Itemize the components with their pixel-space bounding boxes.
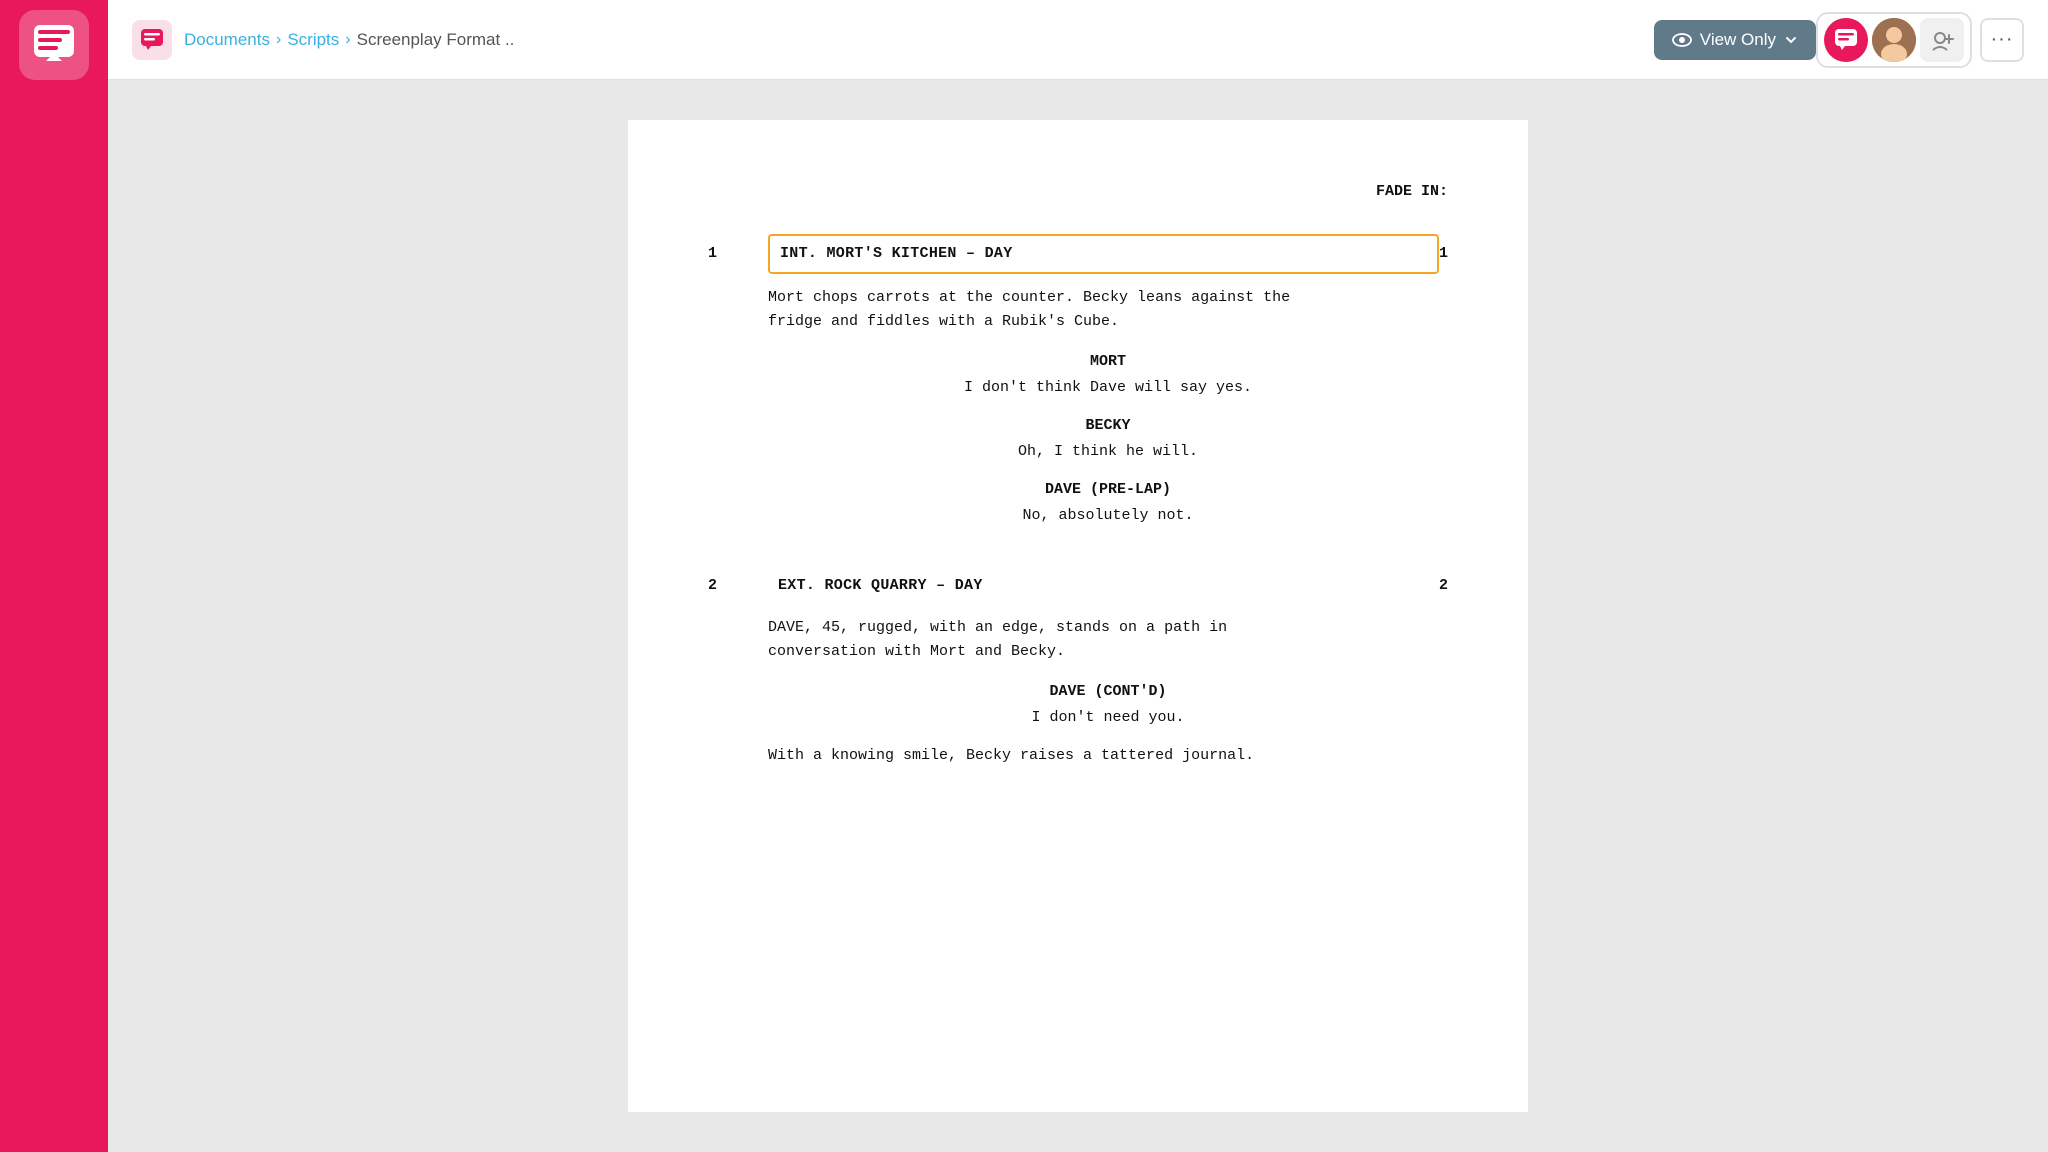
eye-icon xyxy=(1672,30,1692,50)
scene-number-left-2: 2 xyxy=(708,574,768,598)
dialogue-becky: BECKY Oh, I think he will. xyxy=(768,414,1448,464)
scene-2-action: DAVE, 45, rugged, with an edge, stands o… xyxy=(768,616,1448,664)
dialogue-dave-prelap: DAVE (PRE-LAP) No, absolutely not. xyxy=(768,478,1448,528)
add-user-icon xyxy=(1929,27,1955,53)
breadcrumb-sep2: › xyxy=(345,31,350,49)
script-page: FADE IN: 1 INT. MORT'S KITCHEN – DAY 1 M… xyxy=(628,120,1528,1112)
dialogue-dave-contd: DAVE (CONT'D) I don't need you. xyxy=(768,680,1448,730)
breadcrumb: Documents › Scripts › Screenplay Format … xyxy=(184,30,1634,50)
scene-heading-1: INT. MORT'S KITCHEN – DAY xyxy=(768,234,1439,274)
dialogue-mort: MORT I don't think Dave will say yes. xyxy=(768,350,1448,400)
nav-right-actions: ··· xyxy=(1816,12,2024,68)
character-becky: BECKY xyxy=(888,414,1328,438)
view-only-label: View Only xyxy=(1700,30,1776,50)
avatar-group xyxy=(1816,12,1972,68)
scene-block-1: 1 INT. MORT'S KITCHEN – DAY 1 Mort chops… xyxy=(708,234,1448,528)
scene-heading-row-2: 2 EXT. ROCK QUARRY – DAY 2 xyxy=(708,568,1448,604)
fade-in-text: FADE IN: xyxy=(708,180,1448,204)
breadcrumb-documents[interactable]: Documents xyxy=(184,30,270,50)
avatar-chat-icon xyxy=(1833,27,1859,53)
scene-number-right-1: 1 xyxy=(1439,242,1448,266)
scene-heading-row-1: 1 INT. MORT'S KITCHEN – DAY 1 xyxy=(708,234,1448,274)
avatar-chat xyxy=(1824,18,1868,62)
dialogue-mort-line: I don't think Dave will say yes. xyxy=(848,376,1368,400)
chevron-down-icon xyxy=(1784,33,1798,47)
scene-2-trailing-action: With a knowing smile, Becky raises a tat… xyxy=(768,744,1448,768)
character-mort: MORT xyxy=(888,350,1328,374)
character-dave-contd: DAVE (CONT'D) xyxy=(888,680,1328,704)
scene-heading-2: EXT. ROCK QUARRY – DAY xyxy=(768,568,1439,604)
add-user-button[interactable] xyxy=(1920,18,1964,62)
dialogue-dave-contd-line: I don't need you. xyxy=(848,706,1368,730)
scene-1-action: Mort chops carrots at the counter. Becky… xyxy=(768,286,1448,334)
breadcrumb-current: Screenplay Format .. xyxy=(357,30,515,50)
avatar-user[interactable] xyxy=(1872,18,1916,62)
sidebar-logo[interactable] xyxy=(19,10,89,80)
nav-chat-icon[interactable] xyxy=(132,20,172,60)
user-avatar-img xyxy=(1872,18,1916,62)
dialogue-dave-prelap-line: No, absolutely not. xyxy=(848,504,1368,528)
more-icon: ··· xyxy=(1991,28,2014,51)
breadcrumb-sep1: › xyxy=(276,31,281,49)
top-navigation: Documents › Scripts › Screenplay Format … xyxy=(108,0,2048,80)
scene-number-left-1: 1 xyxy=(708,242,768,266)
scene-block-2: 2 EXT. ROCK QUARRY – DAY 2 DAVE, 45, rug… xyxy=(708,568,1448,768)
sidebar xyxy=(0,0,108,1152)
scene-number-right-2: 2 xyxy=(1439,574,1448,598)
chat-icon xyxy=(139,27,165,53)
main-content: FADE IN: 1 INT. MORT'S KITCHEN – DAY 1 M… xyxy=(108,80,2048,1152)
character-dave-prelap: DAVE (PRE-LAP) xyxy=(888,478,1328,502)
more-options-button[interactable]: ··· xyxy=(1980,18,2024,62)
view-only-button[interactable]: View Only xyxy=(1654,20,1816,60)
logo-icon xyxy=(30,21,78,69)
dialogue-becky-line: Oh, I think he will. xyxy=(848,440,1368,464)
breadcrumb-scripts[interactable]: Scripts xyxy=(287,30,339,50)
